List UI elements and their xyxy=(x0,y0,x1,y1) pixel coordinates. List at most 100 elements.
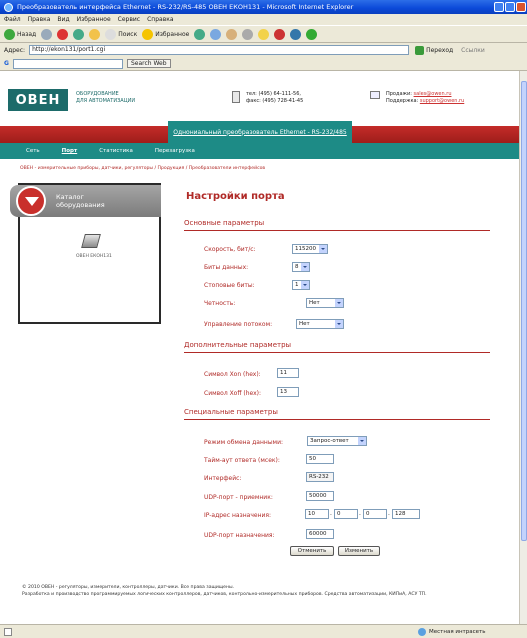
udp-rx-port-input[interactable]: 50000 xyxy=(306,491,334,501)
contacts-block: Продажи: sales@owen.ru Поддержка: suppor… xyxy=(370,91,464,105)
flow-control-value: Нет xyxy=(299,321,310,327)
parity-select[interactable]: Нет xyxy=(306,298,344,308)
flow-control-label: Управление потоком: xyxy=(204,321,273,328)
home-icon[interactable] xyxy=(89,28,101,40)
phone-icon xyxy=(232,91,240,103)
mail-envelope-icon xyxy=(370,91,380,99)
research-icon[interactable] xyxy=(306,28,318,40)
search-web-button[interactable]: Search Web xyxy=(126,59,171,68)
address-input[interactable]: http://ekon131/port1.cgi xyxy=(29,45,410,55)
toolbar-search-input[interactable] xyxy=(12,58,123,69)
logo-tagline: ОБОРУДОВАНИЕ ДЛЯ АВТОМАТИЗАЦИИ xyxy=(76,91,135,105)
timeout-input[interactable]: 50 xyxy=(306,454,334,464)
back-arrow-icon xyxy=(4,28,15,40)
security-zone: Местная интрасеть xyxy=(418,628,485,636)
catalog-title-line2: оборудования xyxy=(56,201,105,209)
status-bar: Местная интрасеть xyxy=(0,624,527,638)
ip-octet4-input[interactable]: 128 xyxy=(392,509,420,519)
mail-icon[interactable] xyxy=(226,28,238,40)
menu-bar: Файл Правка Вид Избранное Сервис Справка xyxy=(0,14,527,25)
databits-label: Биты данных: xyxy=(204,264,249,271)
dropdown-arrow-icon xyxy=(301,281,309,289)
catalog-arrow-icon[interactable] xyxy=(16,186,46,216)
device-label[interactable]: ОВЕН ЕКОН131 xyxy=(76,254,112,259)
maximize-button[interactable] xyxy=(505,2,515,12)
vertical-scrollbar[interactable] xyxy=(519,71,527,624)
browser-toolbar: Назад Поиск Избранное xyxy=(0,25,527,43)
minimize-button[interactable] xyxy=(494,2,504,12)
catalog-title-line1: Каталог xyxy=(56,193,84,201)
favorites-label: Избранное xyxy=(155,30,190,38)
exchange-mode-value: Запрос-ответ xyxy=(310,438,349,444)
xon-label: Символ Xon (hex): xyxy=(204,371,261,378)
page-title: Настройки порта xyxy=(186,191,285,202)
section-special: Специальные параметры xyxy=(184,408,490,420)
speed-label: Скорость, бит/с: xyxy=(204,246,256,253)
discuss-icon[interactable] xyxy=(290,28,302,40)
ip-octet1-input[interactable]: 10 xyxy=(305,509,329,519)
xon-input[interactable]: 11 xyxy=(277,368,299,378)
apply-button[interactable]: Изменить xyxy=(338,546,380,556)
ip-octet2-input[interactable]: 0 xyxy=(334,509,358,519)
ip-separator: . xyxy=(388,510,390,517)
interface-field: RS-232 xyxy=(306,472,334,482)
stopbits-label: Стоповые биты: xyxy=(204,282,255,289)
menu-view[interactable]: Вид xyxy=(57,16,69,23)
menu-favorites[interactable]: Избранное xyxy=(77,16,111,23)
nav-item-statistics[interactable]: Статистика xyxy=(99,148,133,154)
page-done-icon xyxy=(4,628,12,636)
links-label[interactable]: Ссылки xyxy=(461,47,485,54)
ie-logo-icon xyxy=(4,2,13,12)
databits-select[interactable]: 8 xyxy=(292,262,310,272)
stopbits-select[interactable]: 1 xyxy=(292,280,310,290)
close-button[interactable] xyxy=(516,2,526,12)
xoff-input[interactable]: 13 xyxy=(277,387,299,397)
print-icon[interactable] xyxy=(242,28,254,40)
sales-email-link[interactable]: sales@owen.ru xyxy=(414,91,452,97)
dropdown-arrow-icon xyxy=(301,263,309,271)
forward-arrow-icon[interactable] xyxy=(41,28,53,40)
sales-label: Продажи: xyxy=(386,91,412,97)
ip-octet3-input[interactable]: 0 xyxy=(363,509,387,519)
support-email-link[interactable]: support@owen.ru xyxy=(420,98,464,104)
udp-dst-port-input[interactable]: 60000 xyxy=(306,529,334,539)
flow-control-select[interactable]: Нет xyxy=(296,319,344,329)
web-page: ОВЕН ОБОРУДОВАНИЕ ДЛЯ АВТОМАТИЗАЦИИ тел:… xyxy=(0,71,519,624)
go-button[interactable]: Переход xyxy=(415,45,454,55)
window-title: Преобразователь интерфейса Ethernet - RS… xyxy=(17,3,354,11)
cancel-button[interactable]: Отменить xyxy=(290,546,334,556)
search-icon xyxy=(105,28,117,40)
media-icon[interactable] xyxy=(194,28,206,40)
exchange-mode-select[interactable]: Запрос-ответ xyxy=(307,436,367,446)
menu-edit[interactable]: Правка xyxy=(28,16,51,23)
refresh-icon[interactable] xyxy=(73,28,85,40)
xoff-label: Символ Xoff (hex): xyxy=(204,390,262,397)
breadcrumb[interactable]: ОВЕН - измерительные приборы, датчики, р… xyxy=(20,166,265,171)
dropdown-arrow-icon xyxy=(358,437,366,445)
search-toolbar: G Search Web xyxy=(0,57,527,71)
stop-icon[interactable] xyxy=(57,28,69,40)
nav-item-port[interactable]: Порт xyxy=(62,148,78,154)
favorites-button[interactable]: Избранное xyxy=(142,28,190,40)
go-label: Переход xyxy=(426,46,454,54)
history-icon[interactable] xyxy=(210,28,222,40)
back-button[interactable]: Назад xyxy=(4,28,36,40)
owen-logo[interactable]: ОВЕН xyxy=(8,89,68,111)
menu-tools[interactable]: Сервис xyxy=(118,16,140,23)
main-nav: Сеть Порт Статистика Перезагрузка xyxy=(0,143,519,159)
parity-label: Четность: xyxy=(204,300,236,307)
dropdown-arrow-icon xyxy=(335,320,343,328)
scrollbar-thumb[interactable] xyxy=(521,81,527,541)
site-footer: © 2010 ОВЕН - регуляторы, измерители, ко… xyxy=(22,584,502,598)
menu-help[interactable]: Справка xyxy=(147,16,173,23)
nav-item-reboot[interactable]: Перезагрузка xyxy=(155,148,195,154)
speed-value: 115200 xyxy=(295,246,316,252)
search-button[interactable]: Поиск xyxy=(105,28,137,40)
device-title-tab[interactable]: Однониальный преобразователь Ethernet - … xyxy=(168,121,352,143)
speed-select[interactable]: 115200 xyxy=(292,244,328,254)
catalog-title[interactable]: Каталог оборудования xyxy=(56,193,105,209)
messenger-icon[interactable] xyxy=(274,28,286,40)
menu-file[interactable]: Файл xyxy=(4,16,21,23)
folder-icon[interactable] xyxy=(258,28,270,40)
nav-item-network[interactable]: Сеть xyxy=(26,148,40,154)
